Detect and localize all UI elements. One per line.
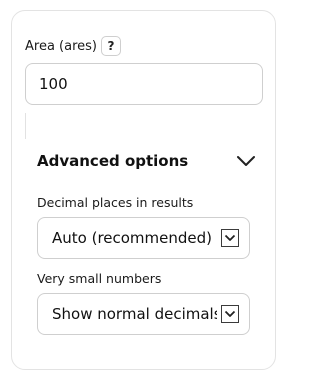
small-numbers-select[interactable]: Show normal decimals <box>37 293 250 335</box>
decimal-places-label: Decimal places in results <box>37 195 194 210</box>
divider <box>25 113 26 139</box>
dropdown-arrow-icon <box>221 229 239 247</box>
advanced-options-toggle[interactable]: Advanced options <box>25 142 263 180</box>
area-input[interactable] <box>25 63 263 105</box>
decimal-places-select[interactable]: Auto (recommended) <box>37 217 250 259</box>
advanced-options-title: Advanced options <box>37 152 189 170</box>
help-button[interactable]: ? <box>101 36 121 56</box>
chevron-down-icon <box>235 150 257 172</box>
area-label: Area (ares) <box>25 38 97 54</box>
decimal-places-value: Auto (recommended) <box>52 229 213 247</box>
area-label-row: Area (ares) ? <box>25 36 121 56</box>
small-numbers-value: Show normal decimals <box>52 305 217 323</box>
dropdown-arrow-icon <box>221 305 239 323</box>
small-numbers-label: Very small numbers <box>37 271 162 286</box>
